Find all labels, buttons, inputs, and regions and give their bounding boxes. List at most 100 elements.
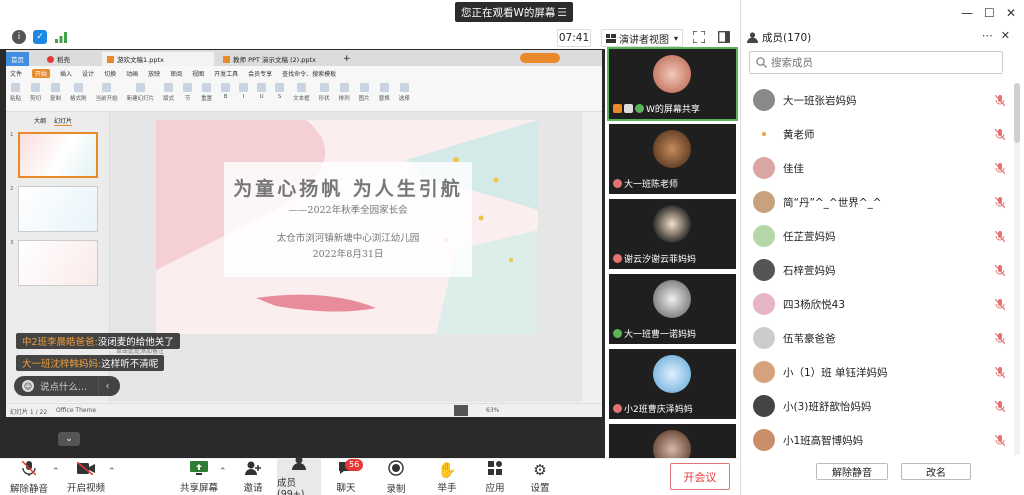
member-row[interactable]: 小1班高智博妈妈 xyxy=(741,423,1015,455)
ppt-tool-button[interactable]: 剪切 xyxy=(30,83,41,109)
leave-meeting-button[interactable]: 开会议 xyxy=(670,463,730,490)
start-video-button[interactable]: 开启视频 xyxy=(63,459,109,495)
fullscreen-icon[interactable] xyxy=(691,29,707,45)
member-row[interactable]: 伍苇豪爸爸 xyxy=(741,321,1015,355)
slide-1[interactable]: 为童心扬帆 为人生引航 ——2022年秋季全园家长会 太仓市浏河镇新塘中心浏江幼… xyxy=(156,120,538,334)
member-row[interactable]: 大一班张岩妈妈 xyxy=(741,83,1015,117)
member-row[interactable]: 任芷萱妈妈 xyxy=(741,219,1015,253)
mic-muted-icon[interactable] xyxy=(994,128,1006,141)
mic-muted-icon[interactable] xyxy=(994,196,1006,209)
ppt-menu-item[interactable]: 视图 xyxy=(192,69,204,78)
ppt-tab-daoke[interactable]: 稻壳 xyxy=(42,52,75,66)
chevron-up-icon[interactable]: ⌃ xyxy=(108,467,116,477)
chevron-down-icon[interactable]: ⌄ xyxy=(58,432,80,446)
member-list-scrollbar[interactable] xyxy=(1014,83,1020,455)
video-tile[interactable]: 谢云汐谢云菲妈妈 xyxy=(609,199,736,269)
member-row[interactable]: 简“丹”^_^世界^_^ xyxy=(741,185,1015,219)
ppt-menu-item[interactable]: 查找命令、搜索模板 xyxy=(282,69,336,78)
mic-muted-icon[interactable] xyxy=(994,94,1006,107)
ppt-tool-button[interactable]: 替换 xyxy=(379,83,390,109)
ppt-tool-button[interactable]: 选择 xyxy=(399,83,410,109)
scroll-thumb[interactable] xyxy=(1014,83,1020,143)
ppt-menu-item[interactable]: 设计 xyxy=(82,69,94,78)
video-tile[interactable]: 大一班曹一诺妈妈 xyxy=(609,274,736,344)
unmute-all-button[interactable]: 解除静音 xyxy=(816,463,888,480)
member-search[interactable] xyxy=(749,51,1003,74)
slide-thumbnail[interactable] xyxy=(18,186,98,232)
video-tile[interactable]: W的屏幕共享 xyxy=(607,47,738,121)
ppt-tool-button[interactable]: 排列 xyxy=(339,83,350,109)
invite-button[interactable]: 邀请 xyxy=(230,459,276,495)
ppt-menu-item[interactable]: 审阅 xyxy=(170,69,182,78)
more-icon[interactable]: ⋯ xyxy=(982,29,993,42)
ppt-tool-button[interactable]: B xyxy=(221,83,231,109)
members-button[interactable]: 成员(99+) xyxy=(277,456,321,495)
raise-hand-button[interactable]: ✋ 举手 xyxy=(424,459,470,495)
rename-button[interactable]: 改名 xyxy=(901,463,971,480)
ppt-tool-button[interactable]: 节 xyxy=(183,83,193,109)
ppt-menu-item[interactable]: 开始 xyxy=(32,69,51,78)
slide-thumbnail[interactable] xyxy=(18,240,98,286)
chevron-up-icon[interactable]: ⌃ xyxy=(52,467,60,477)
mic-muted-icon[interactable] xyxy=(994,298,1006,311)
share-screen-button[interactable]: 共享屏幕 xyxy=(176,459,222,495)
mic-muted-icon[interactable] xyxy=(994,162,1006,175)
slide-thumbnail[interactable] xyxy=(18,132,98,178)
ppt-menu-item[interactable]: 动画 xyxy=(126,69,138,78)
chat-quick-input[interactable]: ☺ 说点什么... ‹ xyxy=(14,376,120,396)
mic-muted-icon[interactable] xyxy=(994,230,1006,243)
view-mode-select[interactable]: 演讲者视图 ▾ xyxy=(601,29,683,47)
member-row[interactable]: 小（1）班 单钰洋妈妈 xyxy=(741,355,1015,389)
ppt-tool-button[interactable]: U xyxy=(257,83,267,109)
mic-muted-icon[interactable] xyxy=(994,264,1006,277)
ppt-menu-item[interactable]: 会员专享 xyxy=(248,69,272,78)
chevron-left-icon[interactable]: ‹ xyxy=(98,377,116,395)
ppt-tool-button[interactable]: 版式 xyxy=(163,83,174,109)
member-row[interactable]: 石梓萱妈妈 xyxy=(741,253,1015,287)
chevron-up-icon[interactable]: ⌃ xyxy=(219,467,227,477)
signal-icon[interactable] xyxy=(54,30,68,44)
ppt-menu-item[interactable]: 放映 xyxy=(148,69,160,78)
ppt-tool-button[interactable]: 新建幻灯片 xyxy=(127,83,154,109)
ppt-tool-button[interactable]: 粘贴 xyxy=(10,83,21,109)
ppt-tool-button[interactable]: 当前开始 xyxy=(96,83,118,109)
ppt-tool-button[interactable]: S xyxy=(275,83,285,109)
ppt-tool-button[interactable]: 文本框 xyxy=(293,83,310,109)
menu-icon[interactable]: ☰ xyxy=(557,6,567,19)
record-button[interactable]: 录制 xyxy=(373,459,419,495)
mic-muted-icon[interactable] xyxy=(994,366,1006,379)
apps-button[interactable]: 应用 xyxy=(472,459,518,495)
ppt-menu-item[interactable]: 切换 xyxy=(104,69,116,78)
minimize-icon[interactable]: — xyxy=(961,6,973,20)
video-tile[interactable]: 小2班曹庆泽妈妈 xyxy=(609,349,736,419)
mic-muted-icon[interactable] xyxy=(994,434,1006,447)
ppt-tool-button[interactable]: 图片 xyxy=(359,83,370,109)
ppt-tool-button[interactable]: 重置 xyxy=(201,83,212,109)
ppt-tab-doc2[interactable]: 教师 PPT 演示文稿 (2).pptx xyxy=(218,52,336,66)
mic-muted-icon[interactable] xyxy=(994,400,1006,413)
ppt-new-tab-button[interactable]: + xyxy=(338,52,356,66)
unmute-button[interactable]: 解除静音 xyxy=(6,459,52,495)
ppt-menu-item[interactable]: 开发工具 xyxy=(214,69,238,78)
shield-icon[interactable]: ✓ xyxy=(33,30,47,44)
emoji-icon[interactable]: ☺ xyxy=(22,380,34,392)
side-tab-outline[interactable]: 大纲 xyxy=(34,116,46,126)
member-row[interactable]: 四3杨欣悦43 xyxy=(741,287,1015,321)
side-tab-slides[interactable]: 幻灯片 xyxy=(54,116,73,126)
ppt-menu-item[interactable]: 插入 xyxy=(60,69,72,78)
layout-icon[interactable] xyxy=(716,29,732,45)
vip-badge[interactable] xyxy=(520,53,560,63)
member-row[interactable]: 佳佳 xyxy=(741,151,1015,185)
maximize-icon[interactable]: ☐ xyxy=(984,6,995,20)
slide-notes[interactable]: 单击此处添加备注 xyxy=(110,340,582,360)
ppt-tab-home[interactable]: 首页 xyxy=(6,52,29,66)
info-icon[interactable]: i xyxy=(12,30,26,44)
mic-muted-icon[interactable] xyxy=(994,332,1006,345)
video-tile[interactable] xyxy=(609,424,736,458)
close-icon[interactable]: ✕ xyxy=(1006,6,1016,20)
play-icon[interactable] xyxy=(454,405,468,416)
member-row[interactable]: 小(3)班舒歆怡妈妈 xyxy=(741,389,1015,423)
close-panel-icon[interactable]: ✕ xyxy=(1001,29,1010,42)
ppt-tool-button[interactable]: I xyxy=(239,83,249,109)
ppt-tool-button[interactable]: 格式刷 xyxy=(70,83,87,109)
